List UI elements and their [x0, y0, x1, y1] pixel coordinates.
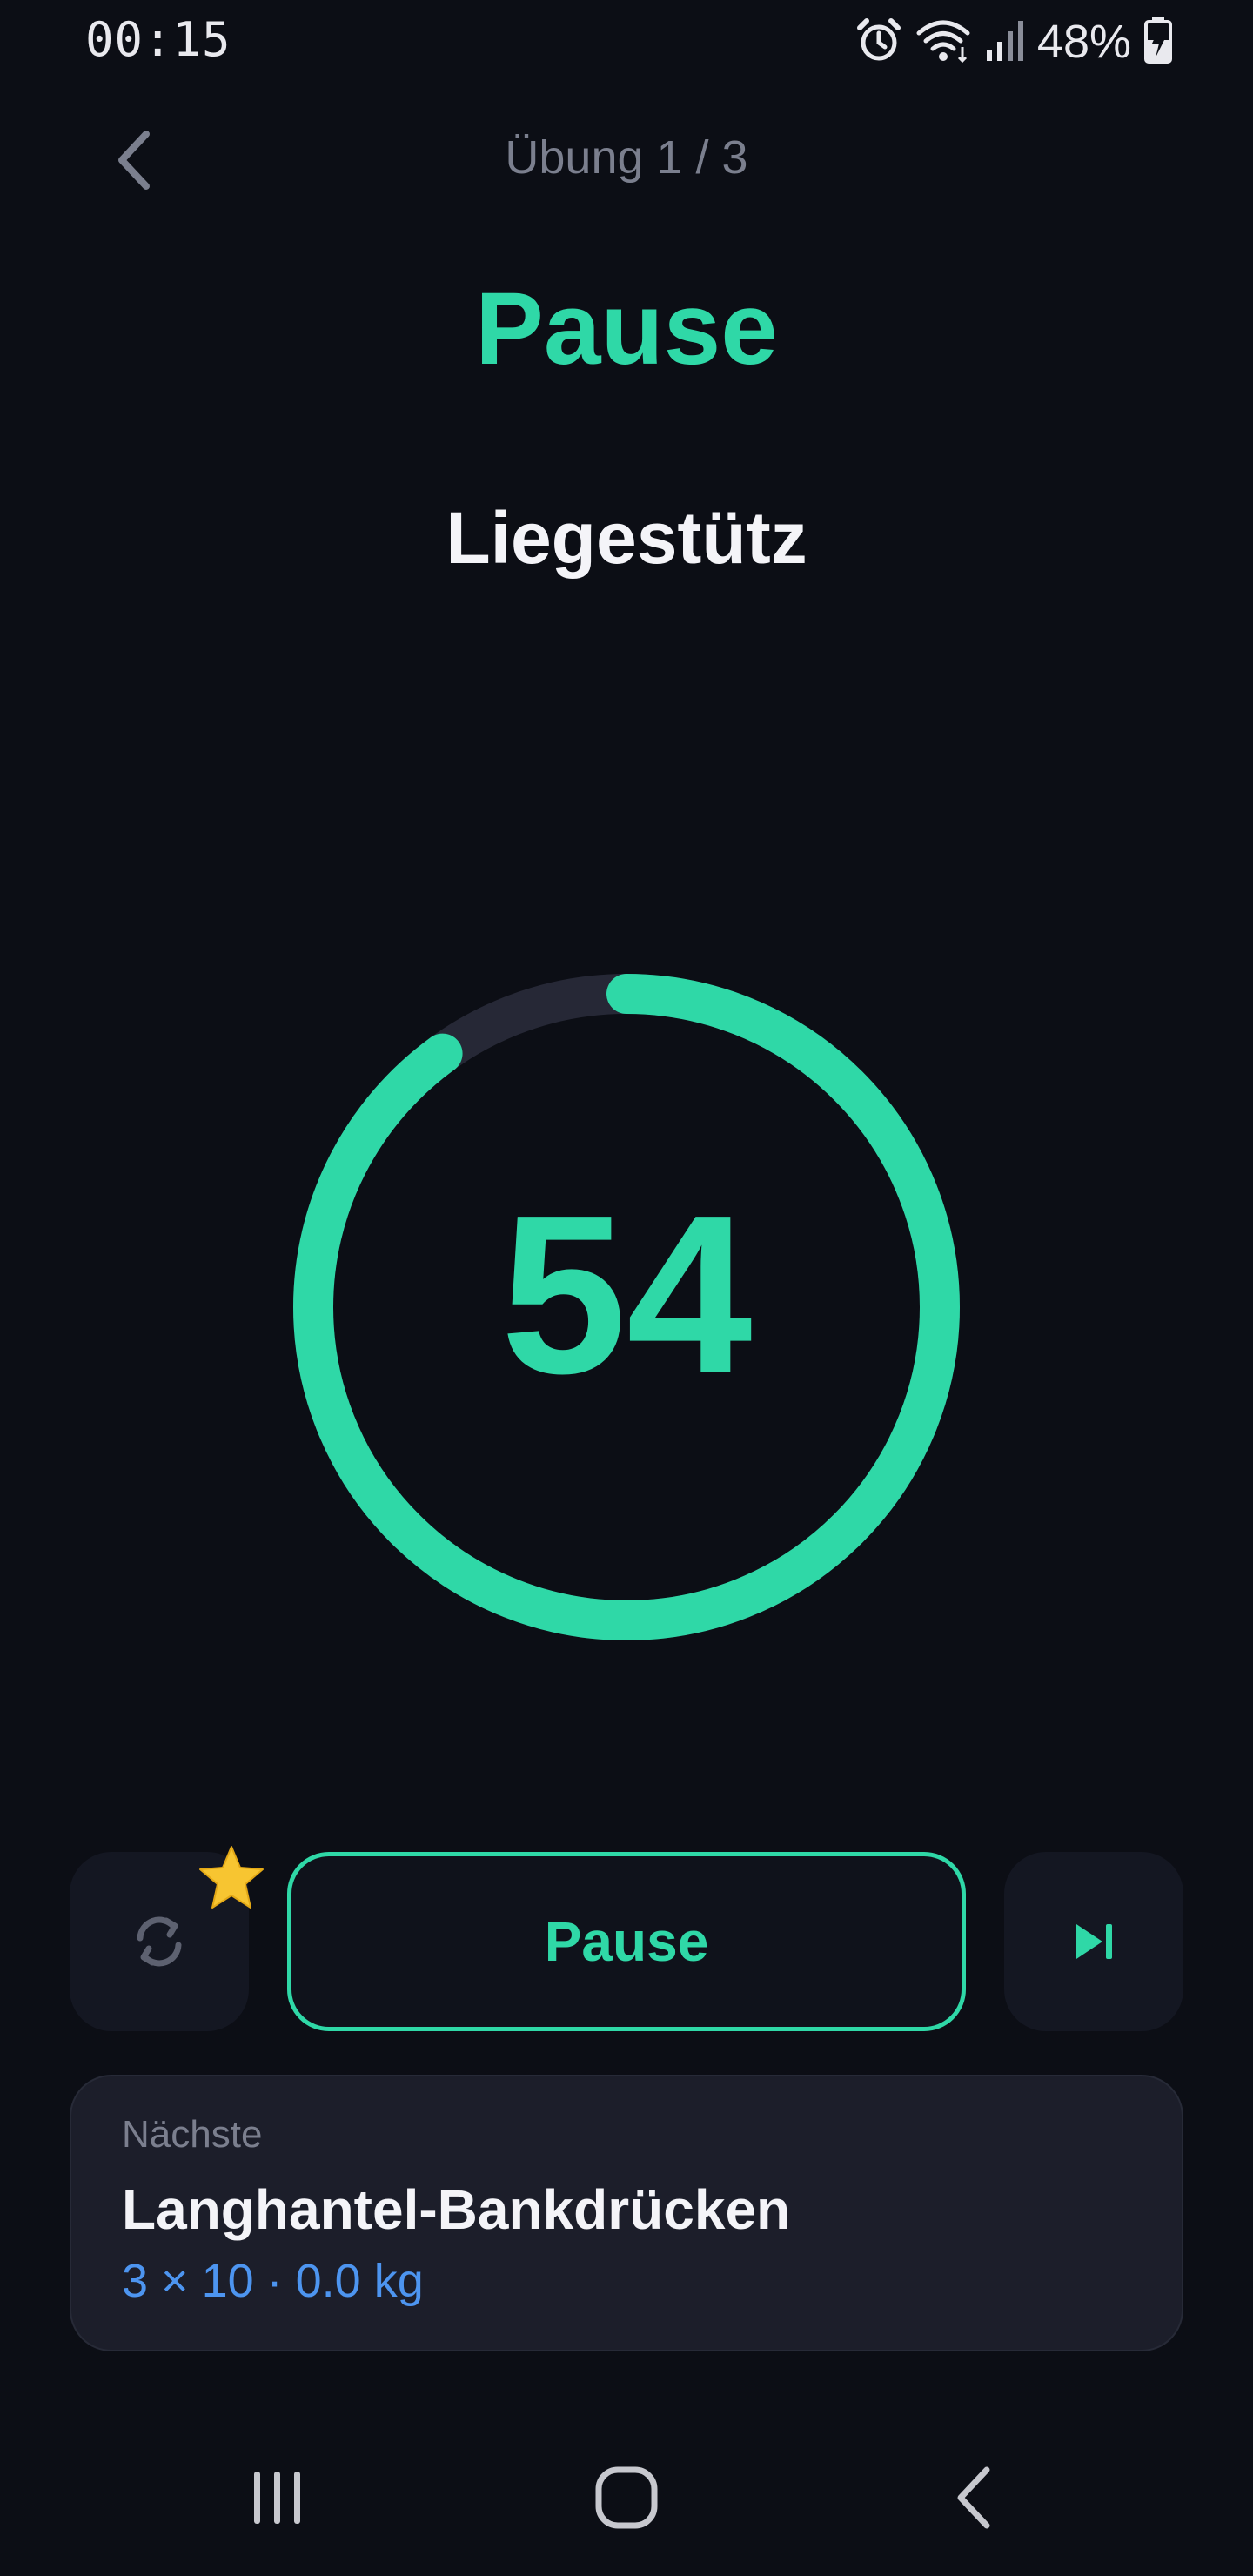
status-bar: 00:15 48% — [0, 0, 1253, 87]
next-exercise-card: Nächste Langhantel-Bankdrücken 3 × 10 · … — [70, 2075, 1183, 2351]
phase-title: Pause — [475, 272, 778, 386]
system-nav-bar — [0, 2419, 1253, 2576]
next-exercise-name: Langhantel-Bankdrücken — [122, 2178, 791, 2241]
battery-charging-icon — [1143, 16, 1173, 69]
next-exercise-detail: 3 × 10 · 0.0 kg — [122, 2255, 424, 2307]
system-back-button[interactable] — [933, 2454, 1020, 2541]
back-icon — [957, 2466, 990, 2529]
timer-value: 54 — [500, 1169, 753, 1421]
recents-button[interactable] — [233, 2454, 320, 2541]
skip-next-icon — [1076, 1924, 1112, 1959]
repeat-icon — [137, 1916, 182, 1967]
wifi-icon — [915, 16, 971, 69]
status-time: 00:15 — [85, 12, 231, 67]
skip-next-button[interactable] — [1004, 1852, 1183, 2031]
next-label: Nächste — [122, 2113, 263, 2156]
battery-percent: 48% — [1036, 16, 1131, 68]
header-title: Übung 1 / 3 — [505, 131, 748, 184]
alarm-icon — [854, 16, 903, 69]
status-icons: 48% — [854, 14, 1173, 70]
signal-icon — [983, 16, 1025, 69]
exercise-name: Liegestütz — [446, 497, 807, 579]
home-icon — [595, 2466, 658, 2529]
pause-button[interactable]: Pause — [287, 1852, 966, 2031]
recents-icon — [254, 2472, 300, 2524]
star-icon — [197, 1843, 266, 1913]
home-button[interactable] — [583, 2454, 670, 2541]
